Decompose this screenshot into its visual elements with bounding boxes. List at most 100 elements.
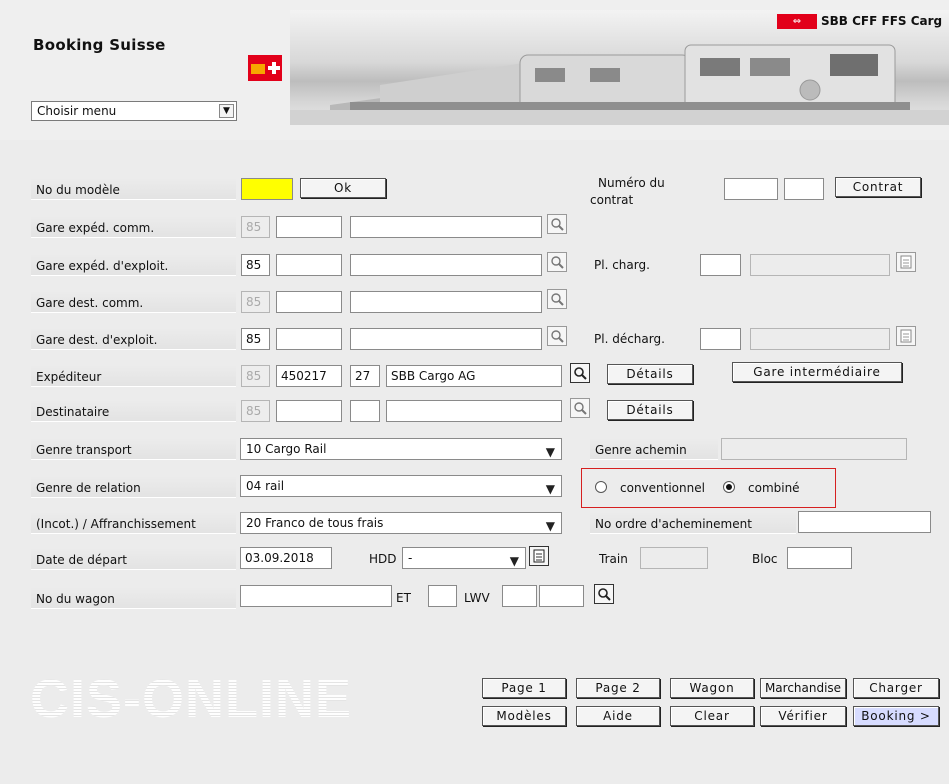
contrat-label-line2: contrat: [590, 193, 634, 207]
booking-button[interactable]: Booking >: [853, 706, 939, 726]
radio-conventionnel[interactable]: [595, 481, 607, 493]
genre-relation-select[interactable]: 04 rail ▼: [240, 475, 562, 497]
expediteur-name[interactable]: SBB Cargo AG: [386, 365, 562, 387]
destinataire-code[interactable]: [350, 400, 380, 422]
contrat-input-1[interactable]: [724, 178, 778, 200]
label-modele: No du modèle: [31, 178, 236, 200]
chevron-down-icon: ▼: [545, 519, 555, 533]
clear-button[interactable]: Clear: [670, 706, 754, 726]
magnifier-icon[interactable]: [547, 214, 567, 234]
gare-intermediaire-button[interactable]: Gare intermédiaire: [732, 362, 902, 382]
menu-select-value: Choisir menu: [37, 104, 117, 118]
affranchissement-value: 20 Franco de tous frais: [246, 516, 384, 530]
magnifier-icon[interactable]: [547, 252, 567, 272]
label-affranchissement: (Incot.) / Affranchissement: [31, 512, 236, 534]
destinataire-name[interactable]: [386, 400, 562, 422]
genre-transport-value: 10 Cargo Rail: [246, 442, 327, 456]
label-no-ordre: No ordre d'acheminement: [590, 512, 796, 534]
destinataire-details-button[interactable]: Détails: [607, 400, 693, 420]
magnifier-icon[interactable]: [547, 289, 567, 309]
lwv-input-2[interactable]: [539, 585, 584, 607]
expediteur-details-button[interactable]: Détails: [607, 364, 693, 384]
label-wagon: No du wagon: [31, 587, 236, 609]
date-depart-input[interactable]: 03.09.2018: [240, 547, 332, 569]
hdd-select[interactable]: - ▼: [402, 547, 526, 569]
label-pl-decharg: Pl. décharg.: [594, 332, 665, 346]
pl-decharg-name: [750, 328, 890, 350]
modele-input[interactable]: [241, 178, 293, 200]
pl-charg-code[interactable]: [700, 254, 741, 276]
brand-text: SBB CFF FFS Carg: [821, 14, 943, 28]
contrat-input-2[interactable]: [784, 178, 824, 200]
label-pl-charg: Pl. charg.: [594, 258, 650, 272]
gare-dest-comm-name[interactable]: [350, 291, 542, 313]
label-gare-exped-comm: Gare expéd. comm.: [31, 216, 236, 238]
sbb-logo-icon: ⇔: [777, 13, 817, 29]
gare-exped-comm-code[interactable]: [276, 216, 342, 238]
expediteur-prefix: 85: [241, 365, 270, 387]
gare-dest-exploit-code[interactable]: [276, 328, 342, 350]
gare-exped-exploit-name[interactable]: [350, 254, 542, 276]
verifier-button[interactable]: Vérifier: [760, 706, 846, 726]
cis-online-logo: CIS-ONLINE: [30, 669, 353, 729]
gare-dest-comm-prefix: 85: [241, 291, 270, 313]
et-input[interactable]: [428, 585, 457, 607]
pl-charg-name: [750, 254, 890, 276]
genre-transport-select[interactable]: 10 Cargo Rail ▼: [240, 438, 562, 460]
charger-button[interactable]: Charger: [853, 678, 939, 698]
label-gare-dest-exploit: Gare dest. d'exploit.: [31, 328, 236, 350]
contrat-button[interactable]: Contrat: [835, 177, 921, 197]
modeles-button[interactable]: Modèles: [482, 706, 566, 726]
gare-dest-exploit-name[interactable]: [350, 328, 542, 350]
app-title: Booking Suisse: [33, 36, 166, 54]
pl-decharg-code[interactable]: [700, 328, 741, 350]
wagon-input[interactable]: [240, 585, 392, 607]
magnifier-icon[interactable]: [570, 398, 590, 418]
gare-exped-exploit-prefix[interactable]: 85: [241, 254, 270, 276]
menu-select[interactable]: Choisir menu ▼: [31, 101, 237, 121]
train-field: [640, 547, 708, 569]
label-gare-dest-comm: Gare dest. comm.: [31, 291, 236, 313]
marchandise-button[interactable]: Marchandise: [760, 678, 846, 698]
sbb-brand: ⇔ SBB CFF FFS Carg: [777, 13, 942, 29]
expediteur-number[interactable]: 450217: [276, 365, 342, 387]
label-genre-achemin: Genre achemin: [590, 438, 718, 460]
magnifier-icon[interactable]: [547, 326, 567, 346]
wagon-button[interactable]: Wagon: [670, 678, 754, 698]
label-train: Train: [599, 552, 628, 566]
gare-dest-comm-code[interactable]: [276, 291, 342, 313]
document-icon[interactable]: [529, 546, 549, 566]
no-ordre-input[interactable]: [798, 511, 931, 533]
label-bloc: Bloc: [752, 552, 778, 566]
swiss-cross-icon: [248, 55, 282, 81]
label-expediteur: Expéditeur: [31, 365, 236, 387]
label-date-depart: Date de départ: [31, 548, 236, 570]
label-genre-relation: Genre de relation: [31, 476, 236, 498]
document-icon[interactable]: [896, 326, 916, 346]
lwv-input-1[interactable]: [502, 585, 537, 607]
gare-exped-exploit-code[interactable]: [276, 254, 342, 276]
page1-button[interactable]: Page 1: [482, 678, 566, 698]
radio-combine[interactable]: [723, 481, 735, 493]
expediteur-code[interactable]: 27: [350, 365, 380, 387]
gare-dest-exploit-prefix[interactable]: 85: [241, 328, 270, 350]
label-gare-exped-exploit: Gare expéd. d'exploit.: [31, 254, 236, 276]
dropdown-arrow-icon[interactable]: ▼: [219, 104, 234, 118]
document-icon[interactable]: [896, 252, 916, 272]
magnifier-icon[interactable]: [570, 363, 590, 383]
chevron-down-icon: ▼: [545, 482, 555, 496]
destinataire-prefix: 85: [241, 400, 270, 422]
magnifier-icon[interactable]: [594, 584, 614, 604]
gare-exped-comm-name[interactable]: [350, 216, 542, 238]
aide-button[interactable]: Aide: [576, 706, 660, 726]
page2-button[interactable]: Page 2: [576, 678, 660, 698]
affranchissement-select[interactable]: 20 Franco de tous frais ▼: [240, 512, 562, 534]
label-destinataire: Destinataire: [31, 400, 236, 422]
destinataire-number[interactable]: [276, 400, 342, 422]
hdd-label: HDD: [369, 552, 397, 566]
et-label: ET: [396, 591, 411, 605]
bloc-input[interactable]: [787, 547, 852, 569]
label-genre-transport: Genre transport: [31, 438, 236, 460]
lwv-label: LWV: [464, 591, 490, 605]
ok-button[interactable]: Ok: [300, 178, 386, 198]
